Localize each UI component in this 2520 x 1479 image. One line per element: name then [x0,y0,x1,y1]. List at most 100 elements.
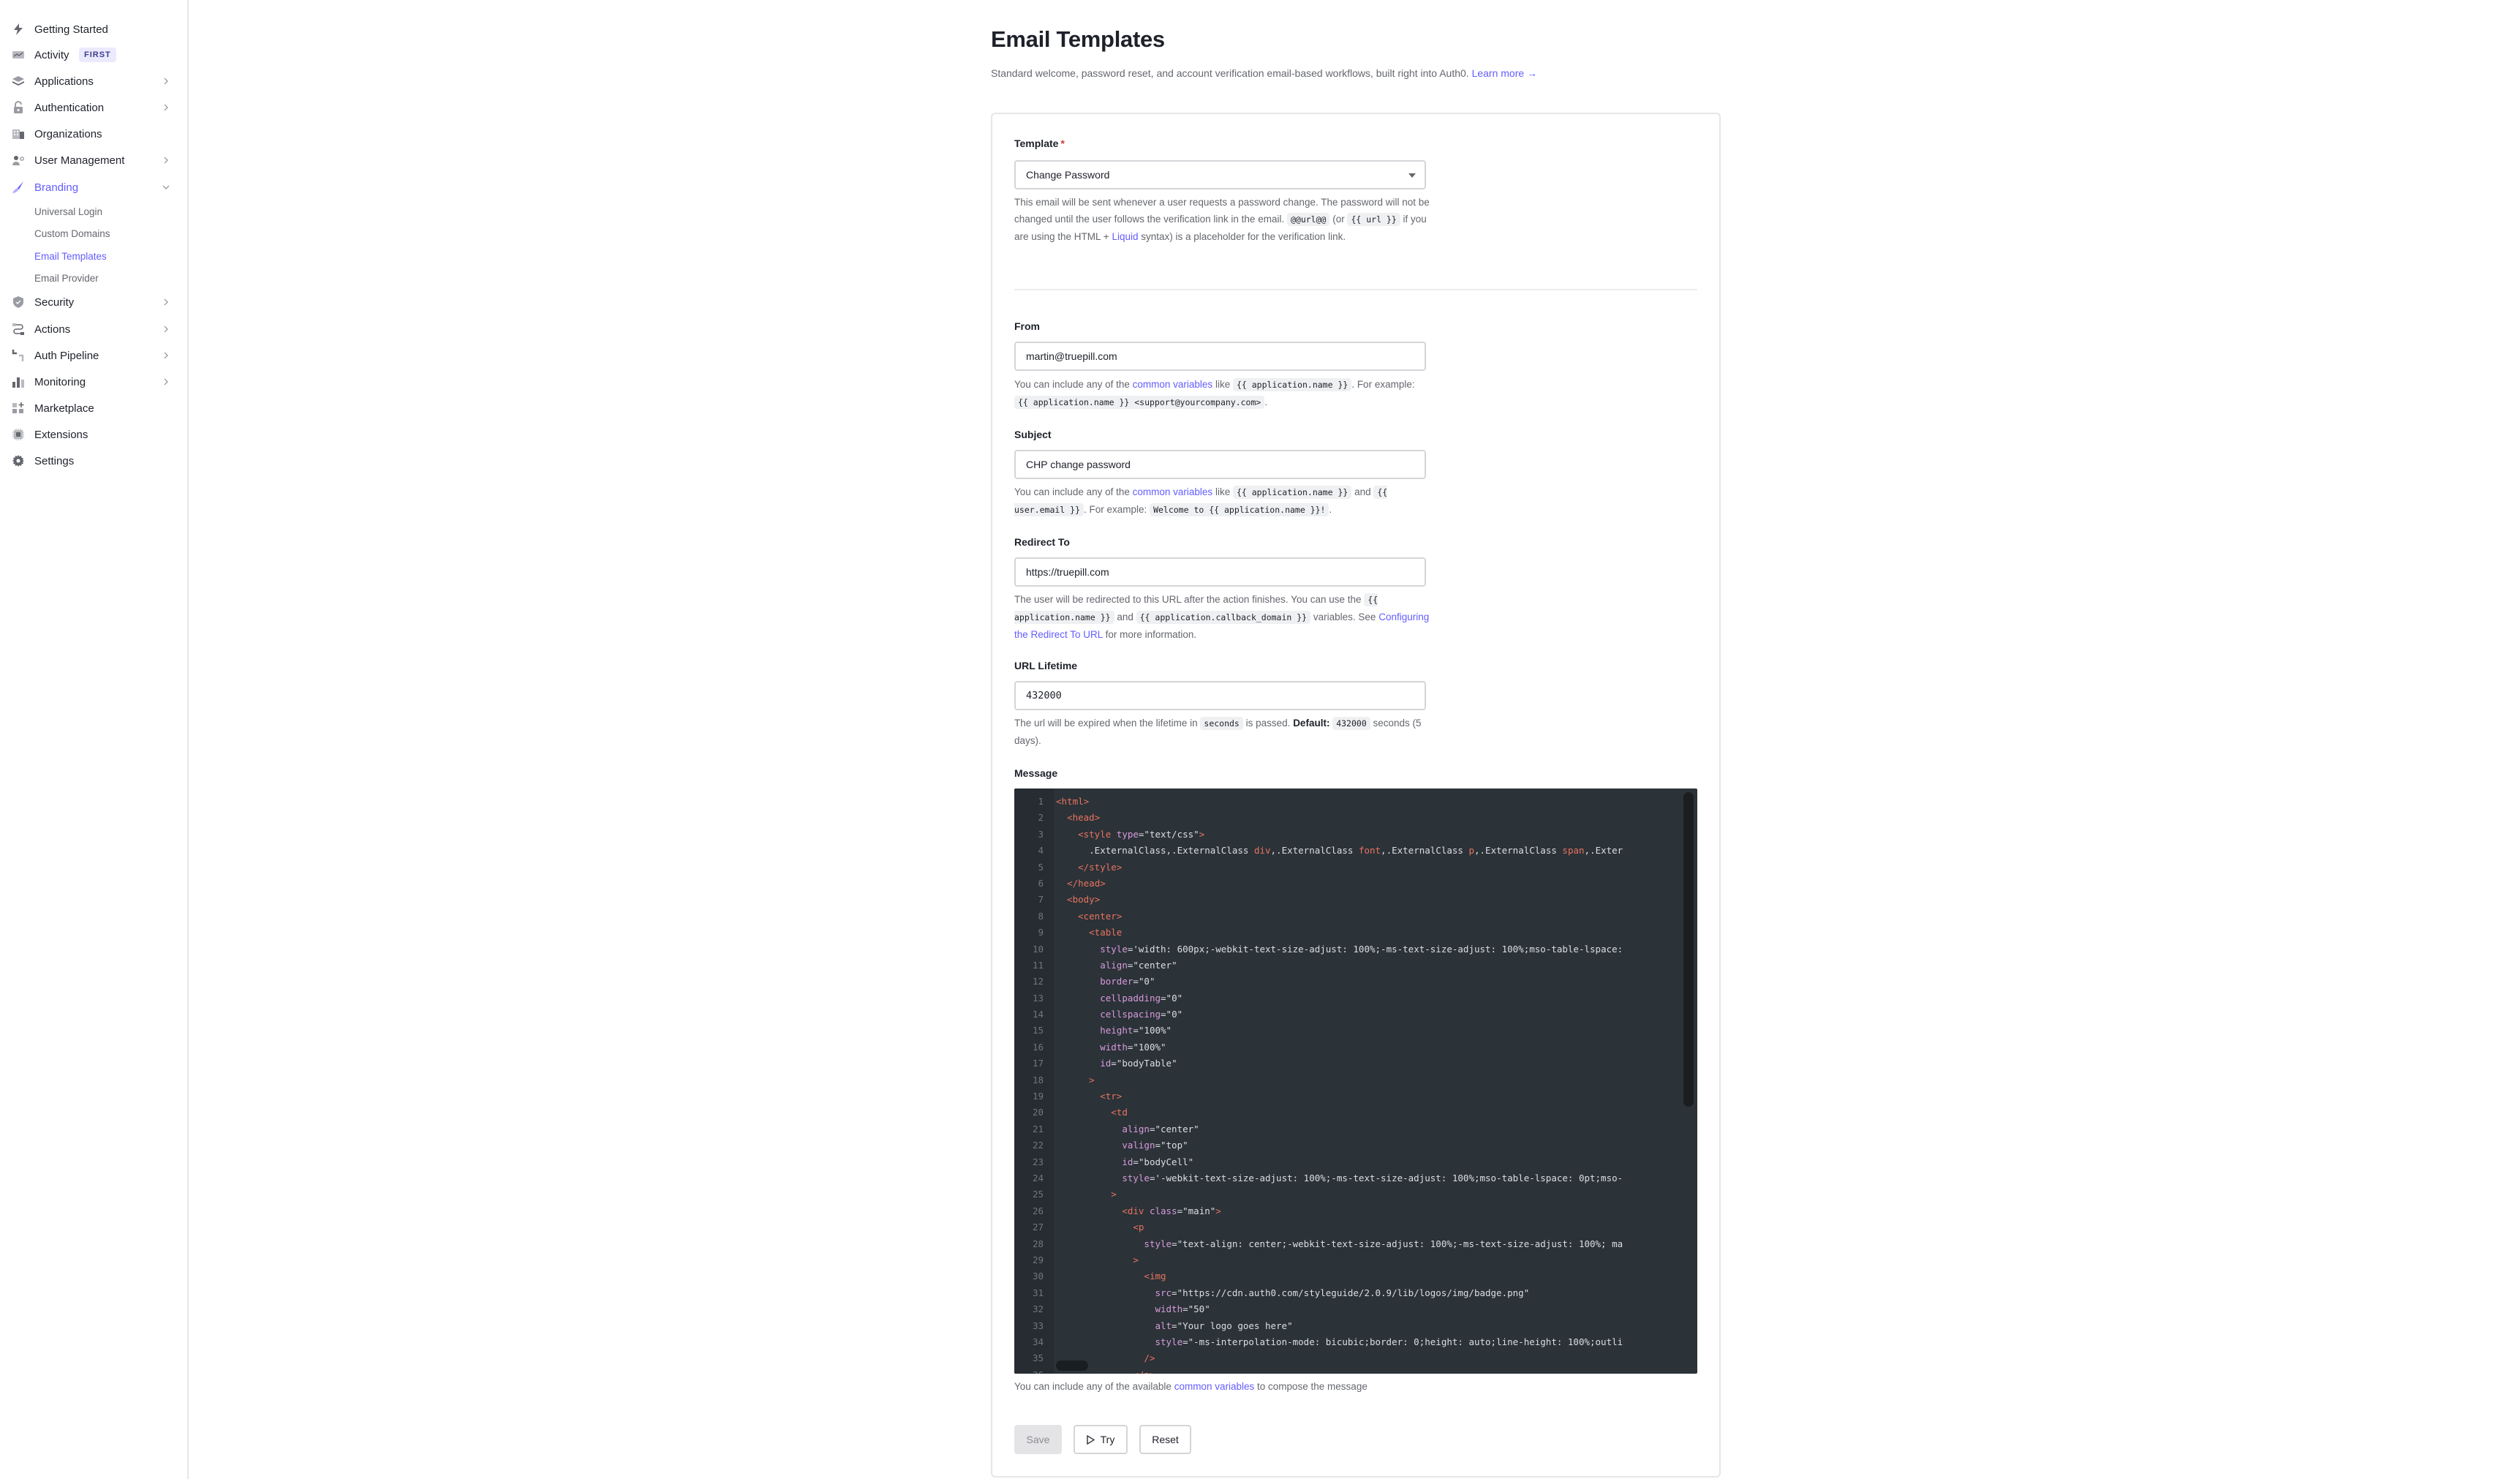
line-number: 17 [1032,1058,1044,1069]
learn-more-link[interactable]: Learn more → [1472,67,1537,79]
sidebar-item-security[interactable]: Security [0,290,187,315]
url-lifetime-input[interactable]: 432000 [1014,681,1426,710]
sidebar-subitem-email-templates[interactable]: Email Templates [34,246,107,266]
line-number: 6 [1038,877,1044,889]
vertical-scrollbar[interactable] [1683,792,1694,1107]
code-line: 2 <head> [1014,810,1697,826]
line-number: 2 [1038,812,1044,824]
code-text: id="bodyCell" [1122,1156,1194,1167]
play-icon [1086,1434,1095,1445]
line-number: 34 [1032,1336,1044,1347]
code-snippet: seconds [1200,717,1243,730]
line-number: 5 [1038,861,1044,873]
line-number: 20 [1032,1107,1044,1118]
line-number: 33 [1032,1320,1044,1331]
code-line: 23 id="bodyCell" [1014,1154,1697,1170]
liquid-link[interactable]: Liquid [1112,231,1138,242]
code-text: > [1111,1189,1117,1200]
code-line: 21 align="center" [1014,1121,1697,1137]
chevron-right-icon [164,298,168,306]
sidebar-subitem-email-provider[interactable]: Email Provider [34,268,99,287]
url-lifetime-help: The url will be expired when the lifetim… [1014,717,1422,746]
message-code-editor[interactable]: 1 <html> 2 <head> 3 <style type="text/css">… [1014,789,1697,1374]
required-mark: * [1060,138,1065,149]
code-line: 19 <tr> [1014,1088,1697,1104]
code-text: src="https://cdn.auth0.com/styleguide/2.… [1155,1287,1530,1298]
code-line: 24 style='-webkit-text-size-adjust: 100%… [1014,1170,1697,1186]
code-text: width="50" [1155,1303,1210,1315]
code-line: 29 > [1014,1252,1697,1268]
redirect-help: The user will be redirected to this URL … [1014,593,1430,640]
sidebar-item-monitoring[interactable]: Monitoring [0,369,187,394]
redirect-input[interactable]: https://truepill.com [1014,557,1426,587]
code-snippet: {{ application.name }} <support@yourcomp… [1014,396,1265,409]
sidebar-item-activity[interactable]: Activity FIRST [0,42,187,67]
code-line: 30 <img [1014,1268,1697,1284]
subject-label: Subject [1014,429,1052,440]
code-text: valign="top" [1122,1140,1188,1151]
code-snippet: {{ application.name }} [1232,486,1352,499]
code-line: 6 </head> [1014,876,1697,892]
from-input[interactable]: martin@truepill.com [1014,342,1426,371]
sidebar-item-user-management[interactable]: User Management [0,148,187,173]
code-snippet: 432000 [1332,717,1370,730]
sidebar-item-marketplace[interactable]: Marketplace [0,396,187,421]
code-text: .ExternalClass,.ExternalClass div,.Exter… [1056,845,1623,857]
sidebar-item-organizations[interactable]: Organizations [0,121,187,146]
from-help: You can include any of the common variab… [1014,378,1415,409]
save-button[interactable]: Save [1014,1425,1062,1454]
sidebar-subitem-custom-domains[interactable]: Custom Domains [34,224,110,243]
line-number: 8 [1038,910,1044,922]
code-text: <html> [1056,796,1090,807]
chevron-down-icon [162,185,170,189]
users-gear-icon [12,154,25,167]
horizontal-scrollbar[interactable] [1056,1361,1088,1371]
common-variables-link[interactable]: common variables [1133,486,1213,497]
line-number: 30 [1032,1271,1044,1282]
template-help: This email will be sent whenever a user … [1014,197,1430,242]
sidebar-item-auth-pipeline[interactable]: Auth Pipeline [0,343,187,368]
template-select[interactable]: Change Password [1014,160,1426,189]
line-number: 23 [1032,1156,1044,1167]
code-line: 22 valign="top" [1014,1137,1697,1154]
line-number: 4 [1038,845,1044,857]
grid-plus-icon [12,402,25,415]
sidebar-item-actions[interactable]: Actions [0,317,187,342]
common-variables-link[interactable]: common variables [1133,379,1213,390]
code-line: 25 > [1014,1186,1697,1203]
code-text: <body> [1067,894,1101,906]
code-text: > [1133,1254,1139,1265]
code-text: style='-webkit-text-size-adjust: 100%;-m… [1122,1172,1623,1183]
first-badge: FIRST [79,48,116,62]
message-label: Message [1014,767,1058,779]
line-number: 35 [1032,1352,1044,1364]
chevron-right-icon [164,78,168,85]
try-button[interactable]: Try [1074,1425,1128,1454]
sidebar-subitem-universal-login[interactable]: Universal Login [34,202,102,221]
template-label: Template * [1014,138,1065,149]
subject-input[interactable]: CHP change password [1014,450,1426,479]
sidebar-item-extensions[interactable]: Extensions [0,422,187,447]
sidebar-item-applications[interactable]: Applications [0,69,187,94]
layers-icon [12,75,25,88]
code-text: <td [1111,1107,1128,1118]
line-number: 3 [1038,828,1044,840]
code-snippet: Welcome to {{ application.name }}! [1150,503,1329,516]
line-number: 7 [1038,894,1044,906]
sidebar-item-authentication[interactable]: Authentication [0,95,187,120]
line-number: 13 [1032,992,1044,1004]
sidebar-item-branding[interactable]: Branding [0,175,187,200]
common-variables-link[interactable]: common variables [1174,1381,1255,1392]
code-line: 8 <center> [1014,908,1697,925]
line-number: 36 [1014,1367,1044,1374]
page-title: Email Templates [991,26,1165,52]
reset-button[interactable]: Reset [1139,1425,1191,1454]
gear-icon [12,454,25,467]
sidebar-item-getting-started[interactable]: Getting Started [0,17,187,42]
code-text: <table [1089,927,1123,938]
code-text: </style> [1078,861,1123,873]
line-number: 11 [1032,959,1044,971]
code-line: 5 </style> [1014,859,1697,876]
code-line: 36 </p> [1014,1367,1697,1374]
sidebar-item-settings[interactable]: Settings [0,448,187,473]
